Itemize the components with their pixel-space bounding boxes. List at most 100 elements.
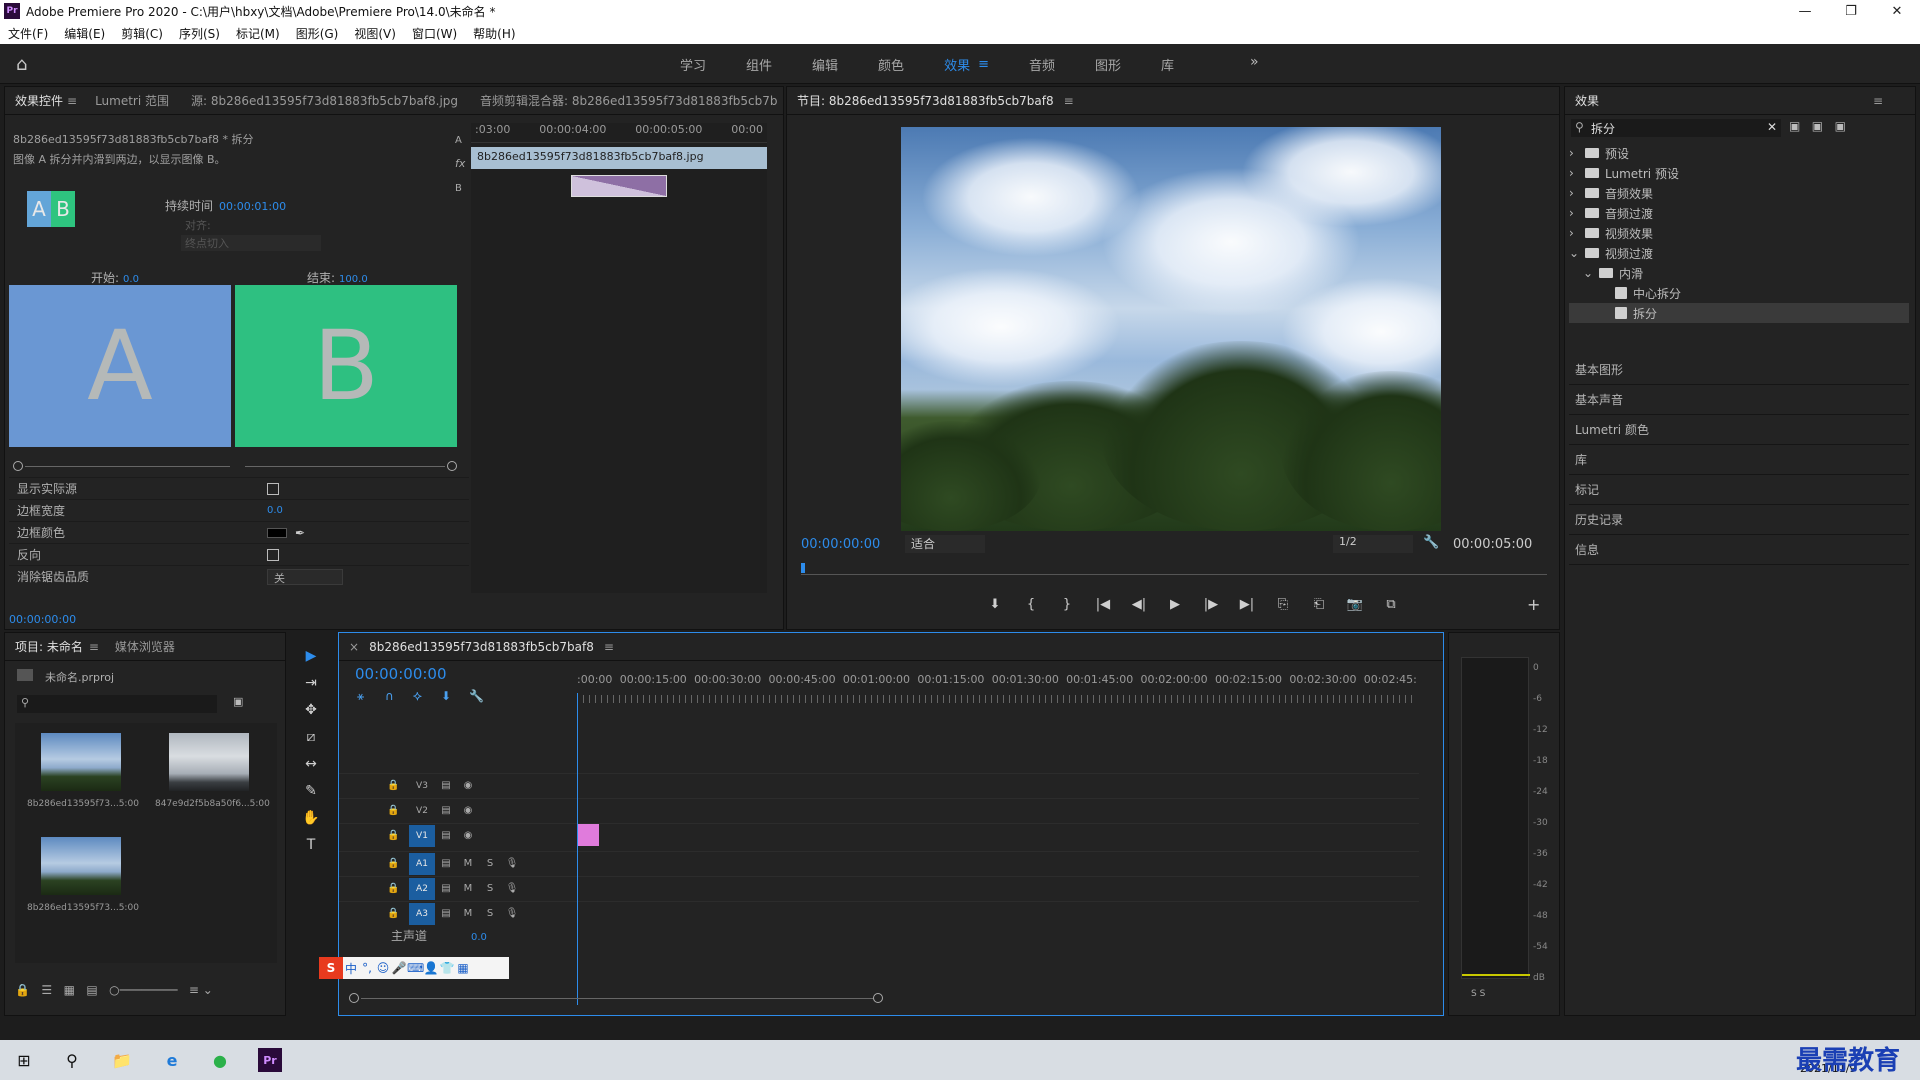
lock-icon[interactable]: 🔒 (387, 805, 409, 816)
close-sequence-icon[interactable]: × (349, 640, 359, 654)
program-playhead[interactable] (801, 563, 805, 573)
track-target[interactable]: V1 (409, 824, 435, 847)
menu-window[interactable]: 窗口(W) (404, 25, 465, 42)
mark-in-button[interactable]: { (1013, 597, 1049, 612)
tab-project[interactable]: 项目: 未命名 (15, 638, 83, 655)
start-value[interactable]: 0.0 (123, 274, 139, 285)
effects-filter-icons[interactable]: ▣ ▣ ▣ (1789, 119, 1846, 133)
workspace-tab-libraries[interactable]: 库 (1161, 55, 1174, 74)
solo-icon[interactable]: S (479, 883, 501, 894)
lock-icon[interactable]: 🔒 (387, 830, 409, 841)
lift-button[interactable]: ⎘ (1265, 597, 1301, 612)
track-target[interactable]: A3 (409, 902, 435, 925)
workspace-tab-learn[interactable]: 学习 (680, 55, 706, 74)
workspace-tab-color[interactable]: 颜色 (878, 55, 904, 74)
mute-icon[interactable]: M (457, 883, 479, 894)
tab-effect-controls[interactable]: 效果控件 (15, 92, 63, 109)
mute-icon[interactable]: M (457, 858, 479, 869)
sync-icon[interactable]: ▤ (435, 858, 457, 869)
effect-mini-timeline[interactable]: :03:00 00:00:04:00 00:00:05:00 00:00 8b2… (471, 123, 767, 593)
selection-tool[interactable]: ▶ (288, 642, 334, 669)
search-icon[interactable]: ⚲ (60, 1048, 84, 1072)
mic-icon[interactable]: 🎙 (501, 883, 523, 894)
border-width-value[interactable]: 0.0 (267, 505, 283, 516)
timeline-ruler[interactable]: :00:00 00:00:15:00 00:00:30:00 00:00:45:… (577, 673, 1417, 695)
lock-icon[interactable]: 🔒 (387, 883, 409, 894)
end-slider-handle[interactable] (447, 461, 457, 471)
eye-icon[interactable]: ◉ (457, 805, 479, 816)
playback-resolution-select[interactable]: 1/2 (1333, 535, 1413, 553)
pen-tool[interactable]: ✎ (288, 777, 334, 804)
track-v2[interactable]: 🔒 V2 ▤ ◉ (339, 798, 1419, 822)
menu-marker[interactable]: 标记(M) (228, 25, 288, 42)
linked-selection-icon[interactable]: ⯎ (413, 689, 441, 704)
start-icon[interactable]: ⊞ (12, 1048, 36, 1072)
tree-item-split[interactable]: 拆分 (1569, 303, 1909, 323)
timeline-timecode[interactable]: 00:00:00:00 (355, 665, 447, 683)
ime-chinese-icon[interactable]: 中 (343, 960, 359, 977)
menu-view[interactable]: 视图(V) (346, 25, 404, 42)
ime-skin-icon[interactable]: 👕 (439, 961, 455, 975)
add-marker-button[interactable]: ⬇ (977, 597, 1013, 612)
meter-solo-buttons[interactable]: S S (1471, 989, 1485, 999)
timeline-h-scrollbar[interactable] (349, 993, 1229, 1003)
sequence-tab[interactable]: 8b286ed13595f73d81883fb5cb7baf8 (369, 640, 594, 654)
project-item[interactable]: 847e9d2f5b8a50f6... 5:00 (149, 727, 270, 823)
program-monitor-title[interactable]: 节目: 8b286ed13595f73d81883fb5cb7baf8 (797, 92, 1054, 109)
effects-panel-title[interactable]: 效果 (1575, 92, 1599, 109)
track-select-tool[interactable]: ⇥ (288, 669, 334, 696)
add-button[interactable]: + (1527, 595, 1540, 614)
transition-thumbnail[interactable]: A B (27, 191, 75, 227)
align-select[interactable]: 终点切入 (181, 235, 321, 251)
step-forward-button[interactable]: |▶ (1193, 597, 1229, 612)
tab-audio-clip-mixer[interactable]: 音频剪辑混合器: 8b286ed13595f73d81883fb5cb7b (480, 92, 777, 109)
ime-punct-icon[interactable]: °, (359, 961, 375, 975)
duration-value[interactable]: 00:00:01:00 (219, 200, 286, 213)
ime-emoji-icon[interactable]: ☺ (375, 961, 391, 975)
sync-icon[interactable]: ▤ (435, 780, 457, 791)
workspace-tab-effects[interactable]: 效果 (944, 55, 970, 74)
show-source-checkbox[interactable] (267, 482, 279, 495)
section-lumetri-color[interactable]: Lumetri 颜色 (1569, 415, 1909, 445)
track-a3[interactable]: 🔒 A3 ▤ M S 🎙 (339, 901, 1419, 925)
go-to-out-button[interactable]: ▶| (1229, 597, 1265, 612)
play-button[interactable]: ▶ (1157, 597, 1193, 612)
program-menu-icon[interactable]: ≡ (1064, 94, 1074, 108)
master-volume-value[interactable]: 0.0 (471, 932, 487, 943)
lock-icon[interactable]: 🔒 (387, 858, 409, 869)
nest-icon[interactable]: ⚹ (357, 689, 385, 704)
effects-search-input[interactable]: ⚲ 拆分 ✕ (1571, 119, 1781, 137)
menu-clip[interactable]: 剪辑(C) (113, 25, 171, 42)
workspace-tab-audio[interactable]: 音频 (1029, 55, 1055, 74)
ime-toolbox-icon[interactable]: ▦ (455, 961, 471, 975)
timeline-clip-v1[interactable] (577, 824, 599, 846)
solo-icon[interactable]: S (479, 858, 501, 869)
ime-user-icon[interactable]: 👤 (423, 961, 439, 975)
eye-icon[interactable]: ◉ (457, 830, 479, 841)
effect-controls-timecode[interactable]: 00:00:00:00 (9, 613, 76, 626)
ime-toolbar[interactable]: S 中 °, ☺ 🎤 ⌨ 👤 👕 ▦ (319, 957, 509, 979)
tree-item-audio-effects[interactable]: › 音频效果 (1569, 183, 1909, 203)
section-libraries[interactable]: 库 (1569, 445, 1909, 475)
section-essential-graphics[interactable]: 基本图形 (1569, 355, 1909, 385)
tree-item-lumetri-presets[interactable]: › Lumetri 预设 (1569, 163, 1909, 183)
premiere-taskbar-icon[interactable]: Pr (258, 1048, 282, 1072)
end-value[interactable]: 100.0 (339, 274, 368, 285)
ime-voice-icon[interactable]: 🎤 (391, 961, 407, 975)
timeline-menu-icon[interactable]: ≡ (604, 640, 614, 654)
track-target[interactable]: V2 (409, 800, 435, 822)
track-a1[interactable]: 🔒 A1 ▤ M S 🎙 (339, 851, 1419, 875)
section-markers[interactable]: 标记 (1569, 475, 1909, 505)
mini-timeline-clip[interactable]: 8b286ed13595f73d81883fb5cb7baf8.jpg (471, 147, 767, 169)
timeline-playhead[interactable] (577, 693, 578, 1005)
clear-search-icon[interactable]: ✕ (1767, 120, 1777, 134)
effects-menu-icon[interactable]: ≡ (1873, 94, 1883, 108)
home-icon[interactable]: ⌂ (16, 54, 27, 75)
ripple-edit-tool[interactable]: ✥ (288, 696, 334, 723)
program-scrub-bar[interactable] (801, 563, 1547, 575)
mute-icon[interactable]: M (457, 908, 479, 919)
step-back-button[interactable]: ◀| (1121, 597, 1157, 612)
project-menu-icon[interactable]: ≡ (89, 640, 99, 654)
start-end-sliders[interactable] (13, 461, 457, 471)
extract-button[interactable]: ⎗ (1301, 597, 1337, 612)
